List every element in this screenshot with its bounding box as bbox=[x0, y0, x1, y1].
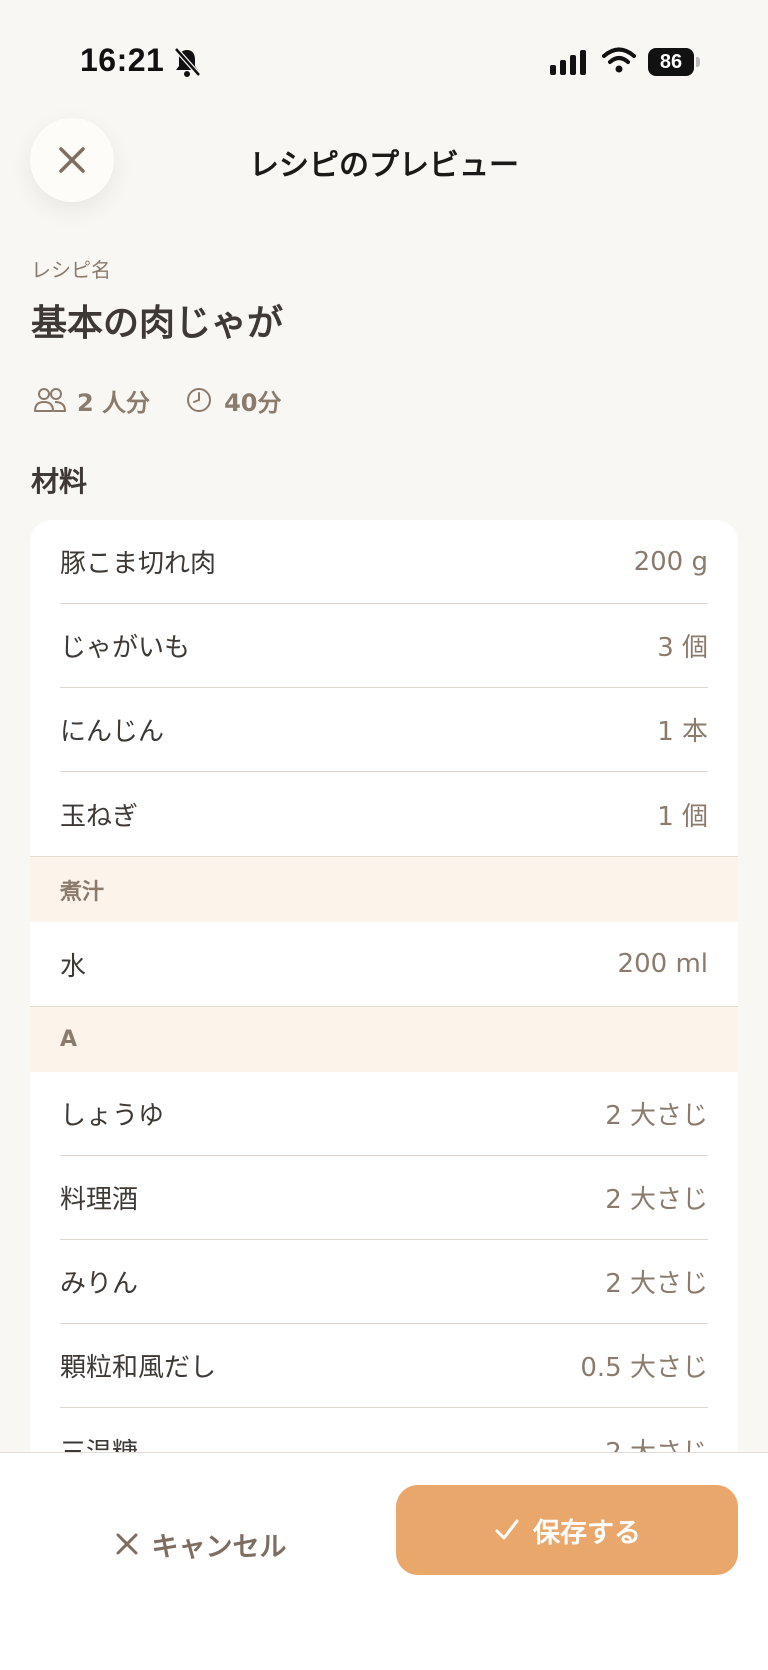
group-name: 煮汁 bbox=[60, 879, 105, 905]
battery-level: 86 bbox=[648, 48, 694, 76]
battery-cap bbox=[696, 57, 700, 67]
ingredient-quantity: 3 個 bbox=[657, 633, 708, 663]
ingredient-group-header: A bbox=[30, 1006, 738, 1072]
ingredient-row: にんじん 1 本 bbox=[60, 688, 708, 772]
battery-indicator: 86 bbox=[648, 48, 700, 76]
ingredient-name: にんじん bbox=[60, 717, 165, 747]
checkmark-icon bbox=[495, 1519, 519, 1540]
ingredient-name: 玉ねぎ bbox=[60, 801, 139, 832]
ingredient-name: 水 bbox=[60, 951, 87, 982]
ingredients-title: 材料 bbox=[31, 465, 88, 498]
ingredient-name: 顆粒和風だし bbox=[60, 1353, 217, 1383]
ingredient-row: 豚こま切れ肉 200 g bbox=[60, 520, 708, 604]
close-icon bbox=[116, 1533, 137, 1555]
ingredient-quantity: 1 本 bbox=[657, 717, 708, 747]
ingredient-row: しょうゆ 2 大さじ bbox=[60, 1072, 708, 1156]
ingredient-row: 玉ねぎ 1 個 bbox=[60, 772, 708, 856]
bell-muted-icon bbox=[172, 46, 202, 78]
save-label: 保存する bbox=[533, 1517, 641, 1549]
page-title: レシピのプレビュー bbox=[249, 148, 519, 183]
ingredient-quantity: 0.5 大さじ bbox=[580, 1353, 708, 1383]
status-bar: 16:21 86 bbox=[0, 0, 768, 110]
recipe-meta: 2 人分 40分 bbox=[33, 383, 315, 418]
recipe-name: 基本の肉じゃが bbox=[31, 303, 284, 344]
servings-text: 2 人分 bbox=[77, 388, 151, 417]
ingredient-quantity: 200 g bbox=[633, 546, 708, 577]
status-time: 16:21 bbox=[80, 42, 165, 78]
ingredient-name: 豚こま切れ肉 bbox=[60, 549, 217, 579]
ingredient-group-header: 煮汁 bbox=[30, 856, 738, 922]
ingredient-row: 料理酒 2 大さじ bbox=[60, 1156, 708, 1240]
ingredient-quantity: 200 ml bbox=[617, 949, 708, 979]
cellular-signal-icon bbox=[550, 50, 590, 76]
ingredient-quantity: 1 個 bbox=[657, 801, 708, 832]
ingredient-name: しょうゆ bbox=[60, 1101, 165, 1131]
people-icon bbox=[34, 388, 66, 412]
recipe-name-label: レシピ名 bbox=[31, 258, 111, 282]
servings-info: 2 人分 bbox=[33, 383, 150, 418]
ingredient-quantity: 2 大さじ bbox=[605, 1185, 708, 1215]
ingredients-list: 豚こま切れ肉 200 g じゃがいも 3 個 にんじん 1 本 玉ねぎ 1 個 … bbox=[30, 520, 738, 1460]
ingredient-quantity: 2 大さじ bbox=[605, 1101, 708, 1131]
ingredient-row: みりん 2 大さじ bbox=[60, 1240, 708, 1324]
ingredient-row: 顆粒和風だし 0.5 大さじ bbox=[60, 1324, 708, 1408]
clock-icon bbox=[187, 388, 212, 412]
time-info: 40分 bbox=[184, 383, 281, 418]
save-button[interactable]: 保存する bbox=[396, 1485, 738, 1575]
time-text: 40分 bbox=[224, 388, 282, 417]
ingredient-name: 料理酒 bbox=[60, 1185, 139, 1215]
bottom-action-bar: キャンセル 保存する bbox=[0, 1452, 768, 1670]
ingredient-row: 水 200 ml bbox=[60, 922, 708, 1006]
wifi-icon bbox=[602, 46, 636, 74]
ingredient-name: じゃがいも bbox=[60, 633, 191, 663]
ingredient-name: みりん bbox=[60, 1269, 139, 1299]
ingredient-row: じゃがいも 3 個 bbox=[60, 604, 708, 688]
cancel-button[interactable]: キャンセル bbox=[80, 1501, 320, 1587]
ingredient-quantity: 2 大さじ bbox=[605, 1269, 708, 1299]
cancel-label: キャンセル bbox=[151, 1531, 287, 1563]
group-name: A bbox=[60, 1027, 78, 1052]
